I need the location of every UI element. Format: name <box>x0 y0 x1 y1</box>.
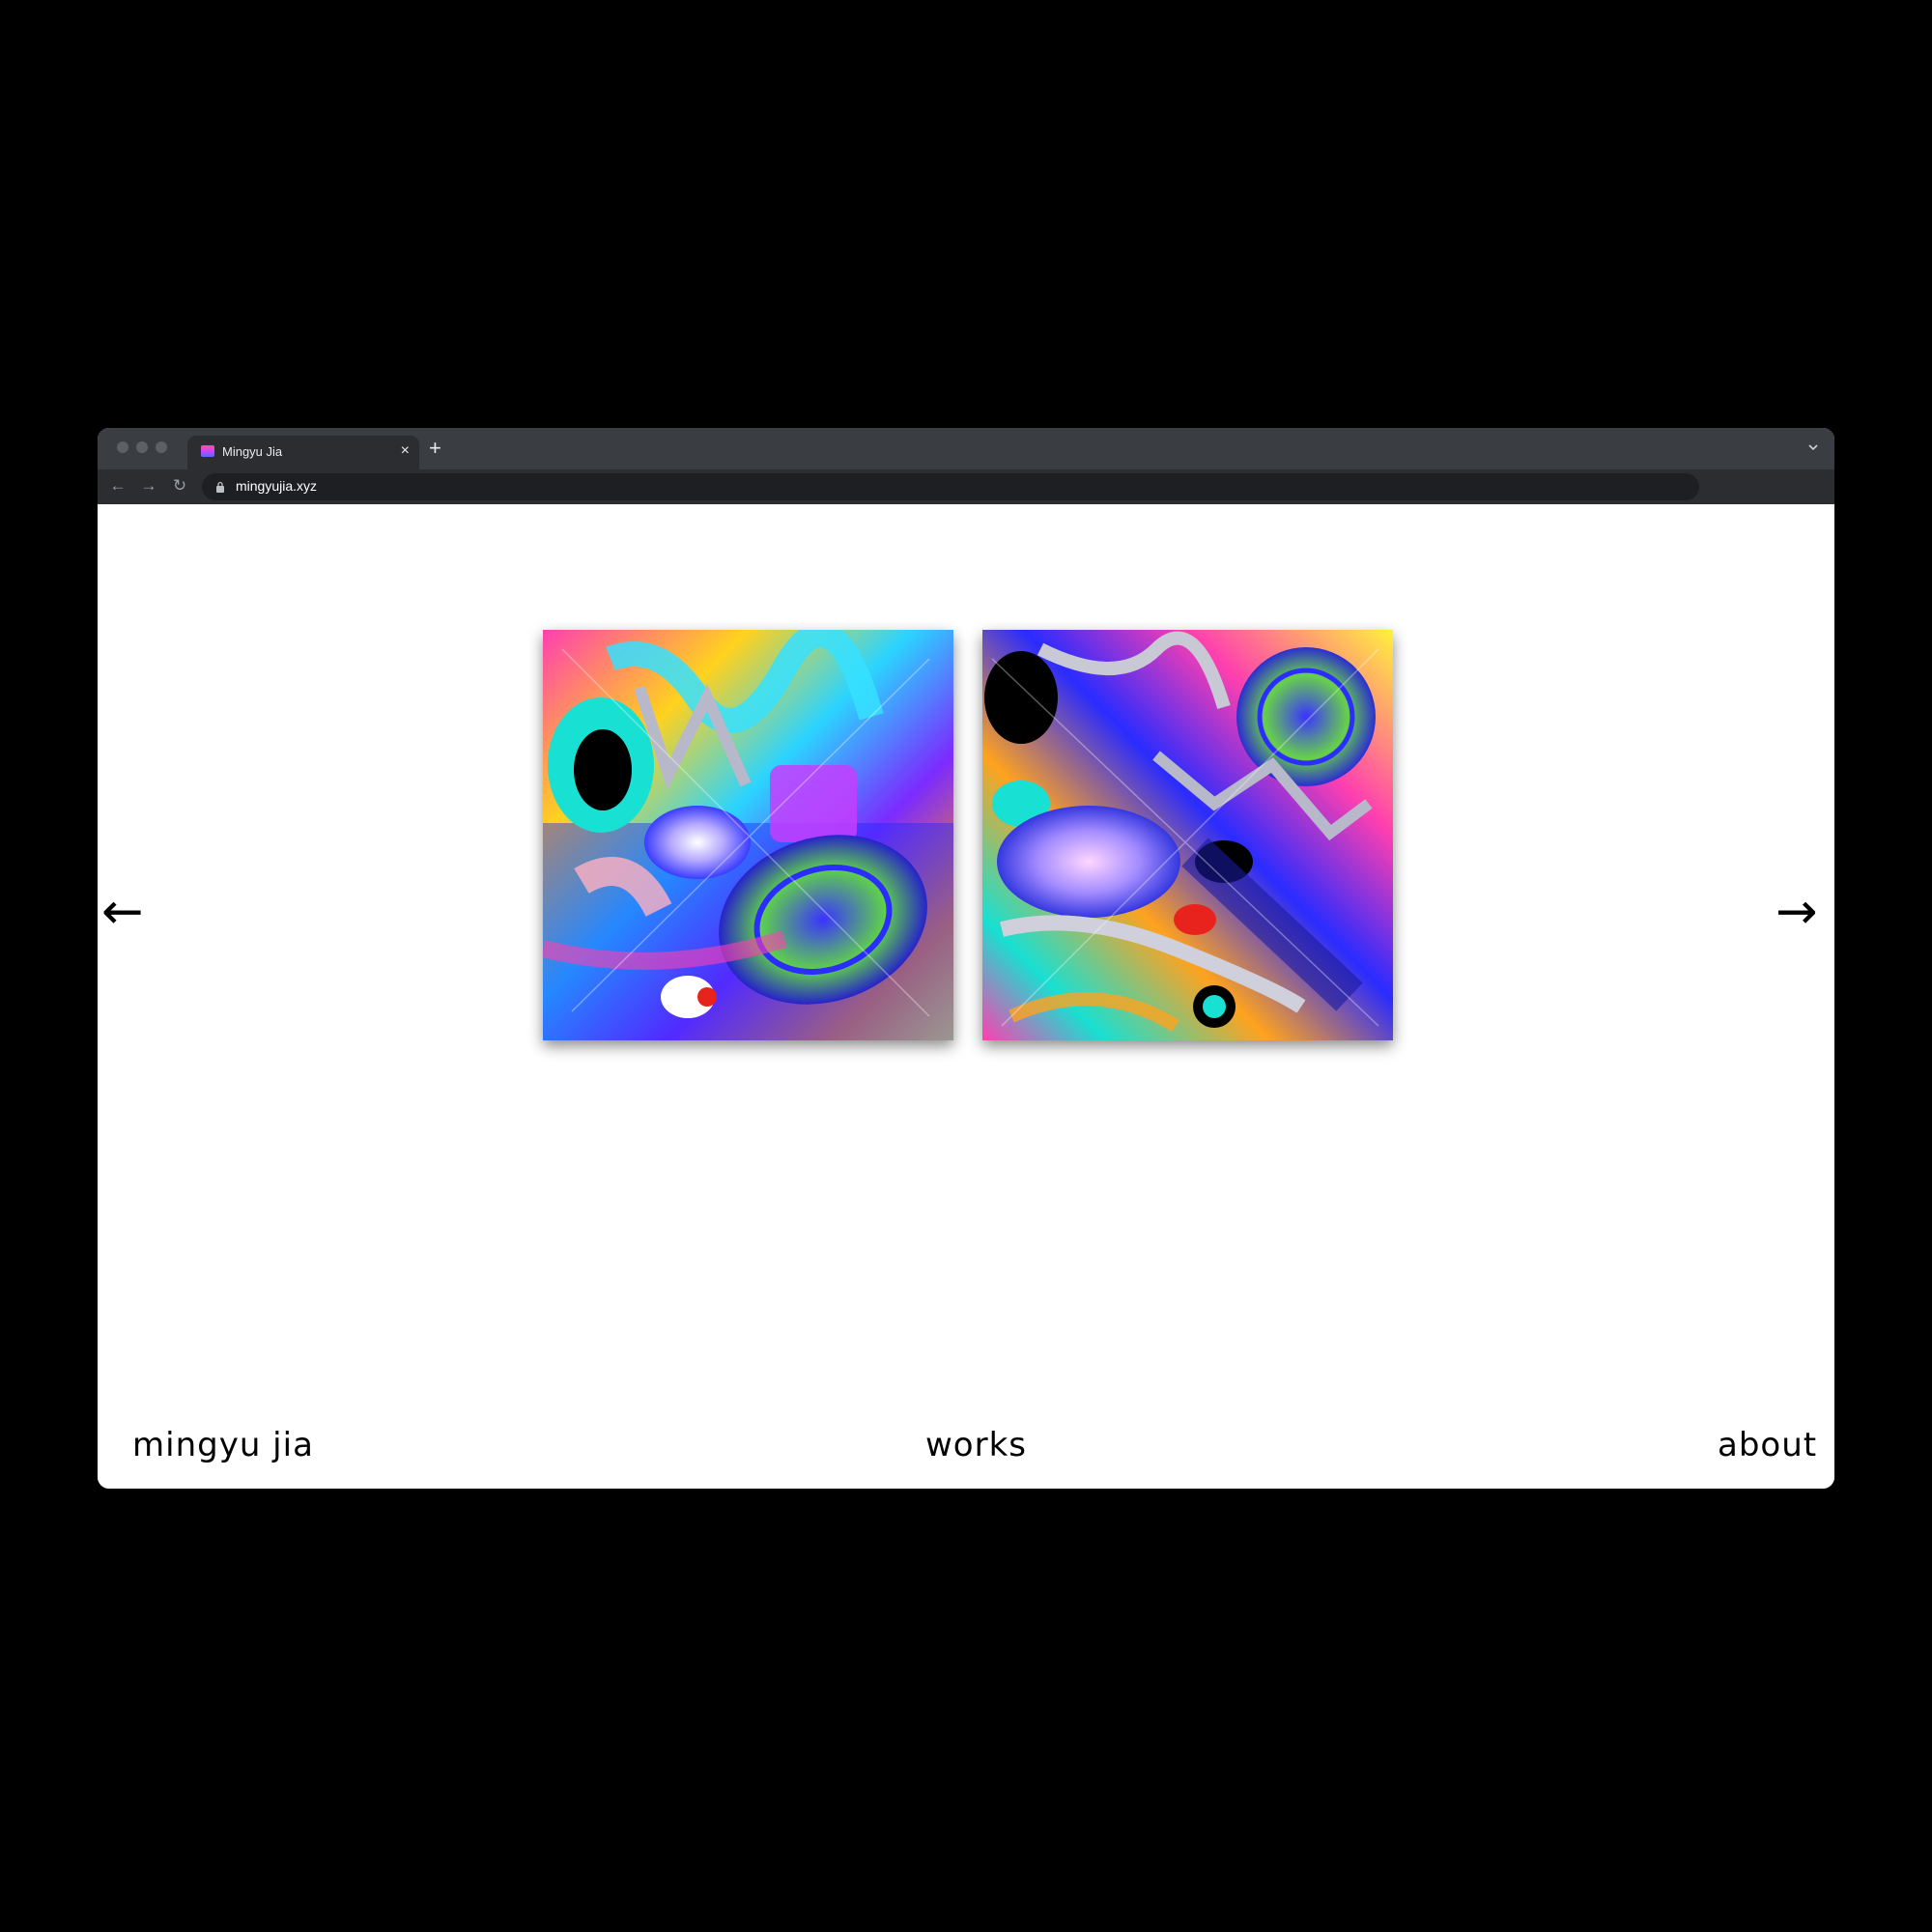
lock-icon <box>216 481 224 493</box>
forward-button[interactable]: → <box>138 475 159 497</box>
new-tab-button[interactable]: + <box>429 438 441 459</box>
tab-close-icon[interactable]: × <box>401 441 410 461</box>
reload-button[interactable]: ↻ <box>169 475 190 497</box>
about-link[interactable]: about <box>1718 1426 1817 1464</box>
address-bar[interactable]: mingyujia.xyz <box>202 473 1699 500</box>
previous-arrow-button[interactable]: ← <box>101 887 144 937</box>
window-controls <box>117 441 167 453</box>
page-content <box>98 504 1834 1489</box>
tab-title: Mingyu Jia <box>222 444 283 459</box>
close-window-button[interactable] <box>117 441 128 453</box>
browser-window: Mingyu Jia × + ← → ↻ mingyujia.xyz <box>98 428 1834 1489</box>
browser-toolbar: ← → ↻ mingyujia.xyz <box>98 469 1834 504</box>
tab-search-icon[interactable] <box>1805 440 1821 455</box>
artwork-1[interactable] <box>543 630 953 1040</box>
favicon-icon <box>201 445 214 457</box>
tab-bar: Mingyu Jia × + <box>98 428 1834 469</box>
minimize-window-button[interactable] <box>136 441 148 453</box>
home-link[interactable]: mingyu jia <box>132 1426 314 1464</box>
works-link[interactable]: works <box>925 1426 1027 1464</box>
artwork-1-image <box>543 630 953 1040</box>
artwork-2-image <box>982 630 1393 1040</box>
back-button[interactable]: ← <box>107 475 128 497</box>
artwork-2[interactable] <box>982 630 1393 1040</box>
next-arrow-button[interactable]: → <box>1776 887 1818 937</box>
url-text: mingyujia.xyz <box>236 478 318 494</box>
maximize-window-button[interactable] <box>156 441 167 453</box>
browser-tab[interactable]: Mingyu Jia × <box>187 436 419 469</box>
